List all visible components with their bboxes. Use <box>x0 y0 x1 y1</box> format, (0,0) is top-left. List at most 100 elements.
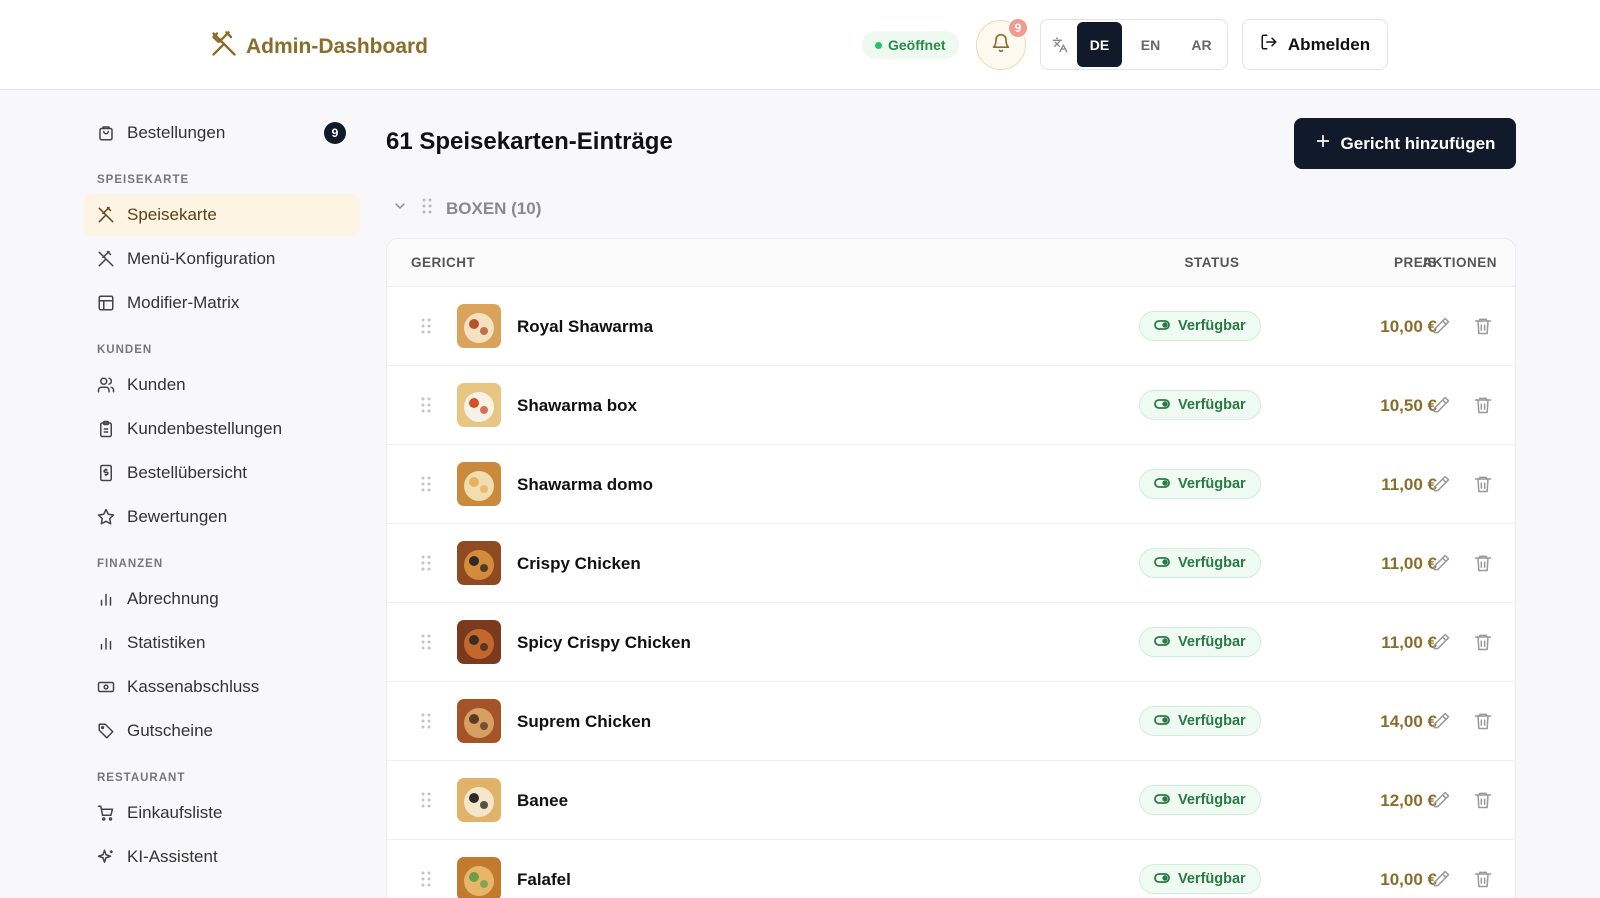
edit-icon[interactable] <box>1431 395 1453 417</box>
availability-toggle[interactable]: Verfügbar <box>1139 548 1261 578</box>
trash-icon[interactable] <box>1473 474 1495 496</box>
language-switcher: DE EN AR <box>1040 19 1228 70</box>
sidebar-item-label: KI-Assistent <box>127 847 218 866</box>
sidebar-item-bestellungen[interactable]: Bestellungen 9 <box>84 112 360 154</box>
receipt-icon <box>97 464 115 482</box>
table-row[interactable]: Shawarma domo 11,00 € Verfügbar <box>387 445 1515 524</box>
sidebar-item-kundenbestellungen[interactable]: Kundenbestellungen <box>84 408 360 450</box>
dish-name: Falafel <box>517 870 571 889</box>
drag-handle-icon[interactable] <box>421 713 431 729</box>
page-title: 61 Speisekarten-Einträge <box>386 128 673 155</box>
edit-icon[interactable] <box>1431 711 1453 733</box>
edit-icon[interactable] <box>1431 869 1453 891</box>
toggle-icon <box>1154 871 1170 887</box>
table-row[interactable]: Banee 12,00 € Verfügbar <box>387 761 1515 840</box>
trash-icon[interactable] <box>1473 632 1495 654</box>
drag-handle-icon[interactable] <box>421 871 431 887</box>
column-header-name: GERICHT <box>411 255 476 270</box>
dish-thumbnail <box>457 383 501 427</box>
sidebar-item-bewertungen[interactable]: Bewertungen <box>84 496 360 538</box>
edit-icon[interactable] <box>1431 553 1453 575</box>
language-de-button[interactable]: DE <box>1077 22 1122 67</box>
drag-handle-icon[interactable] <box>422 198 432 219</box>
drag-handle-icon[interactable] <box>421 397 431 413</box>
sidebar-item-bestelluebersicht[interactable]: Bestellübersicht <box>84 452 360 494</box>
toggle-icon <box>1154 318 1170 334</box>
availability-toggle[interactable]: Verfügbar <box>1139 469 1261 499</box>
toggle-icon <box>1154 713 1170 729</box>
sidebar-item-kunden[interactable]: Kunden <box>84 364 360 406</box>
app-title: Admin-Dashboard <box>246 34 429 58</box>
table-icon <box>97 294 115 312</box>
trash-icon[interactable] <box>1473 395 1495 417</box>
sidebar-item-gutscheine[interactable]: Gutscheine <box>84 710 360 752</box>
table-row[interactable]: Shawarma box 10,50 € Verfügbar <box>387 366 1515 445</box>
clipboard-icon <box>97 420 115 438</box>
edit-icon[interactable] <box>1431 474 1453 496</box>
sidebar-item-kassenabschluss[interactable]: Kassenabschluss <box>84 666 360 708</box>
availability-toggle[interactable]: Verfügbar <box>1139 627 1261 657</box>
trash-icon[interactable] <box>1473 553 1495 575</box>
sidebar-item-statistiken[interactable]: Statistiken <box>84 622 360 664</box>
availability-label: Verfügbar <box>1178 397 1246 413</box>
brand[interactable]: Admin-Dashboard <box>210 30 428 63</box>
trash-icon[interactable] <box>1473 711 1495 733</box>
logout-button[interactable]: Abmelden <box>1242 19 1388 70</box>
availability-toggle[interactable]: Verfügbar <box>1139 311 1261 341</box>
availability-toggle[interactable]: Verfügbar <box>1139 864 1261 894</box>
open-status-badge: Geöffnet <box>862 31 959 59</box>
table-row[interactable]: Falafel 10,00 € Verfügbar <box>387 840 1515 898</box>
add-dish-button[interactable]: Gericht hinzufügen <box>1294 118 1516 169</box>
cutlery-icon <box>97 206 115 224</box>
dish-name: Shawarma box <box>517 396 637 415</box>
users-icon <box>97 376 115 394</box>
banknote-icon <box>97 678 115 696</box>
drag-handle-icon[interactable] <box>421 318 431 334</box>
language-en-button[interactable]: EN <box>1128 22 1173 67</box>
category-group-header[interactable]: BOXEN (10) <box>392 198 541 219</box>
sidebar-item-label: Menü-Konfiguration <box>127 249 276 268</box>
section-heading-restaurant: RESTAURANT <box>97 772 186 784</box>
trash-icon[interactable] <box>1473 790 1495 812</box>
availability-toggle[interactable]: Verfügbar <box>1139 785 1261 815</box>
star-icon <box>97 508 115 526</box>
language-ar-button[interactable]: AR <box>1179 22 1224 67</box>
table-row[interactable]: Royal Shawarma 10,00 € Verfügbar <box>387 287 1515 366</box>
sidebar-item-label: Statistiken <box>127 633 206 652</box>
sidebar-item-ki-assistent[interactable]: KI-Assistent <box>84 836 360 878</box>
edit-icon[interactable] <box>1431 790 1453 812</box>
edit-icon[interactable] <box>1431 632 1453 654</box>
table-row[interactable]: Suprem Chicken 14,00 € Verfügbar <box>387 682 1515 761</box>
edit-icon[interactable] <box>1431 316 1453 338</box>
sidebar-item-einkaufsliste[interactable]: Einkaufsliste <box>84 792 360 834</box>
drag-handle-icon[interactable] <box>421 634 431 650</box>
drag-handle-icon[interactable] <box>421 476 431 492</box>
availability-label: Verfügbar <box>1178 871 1246 887</box>
sidebar-item-label: Modifier-Matrix <box>127 293 240 312</box>
sidebar-item-label: Kunden <box>127 375 186 394</box>
table-header: GERICHT PREIS STATUS AKTIONEN <box>387 239 1515 287</box>
sidebar-item-label: Gutscheine <box>127 721 213 740</box>
column-header-status: STATUS <box>1184 255 1240 270</box>
availability-label: Verfügbar <box>1178 792 1246 808</box>
trash-icon[interactable] <box>1473 869 1495 891</box>
table-row[interactable]: Crispy Chicken 11,00 € Verfügbar <box>387 524 1515 603</box>
drag-handle-icon[interactable] <box>421 792 431 808</box>
availability-label: Verfügbar <box>1178 318 1246 334</box>
chevron-down-icon[interactable] <box>392 198 408 219</box>
trash-icon[interactable] <box>1473 316 1495 338</box>
sidebar-item-modifier-matrix[interactable]: Modifier-Matrix <box>84 282 360 324</box>
sidebar-item-label: Einkaufsliste <box>127 803 223 822</box>
open-status-label: Geöffnet <box>888 37 946 53</box>
sidebar-item-abrechnung[interactable]: Abrechnung <box>84 578 360 620</box>
drag-handle-icon[interactable] <box>421 555 431 571</box>
shopping-bag-icon <box>97 124 115 142</box>
availability-toggle[interactable]: Verfügbar <box>1139 390 1261 420</box>
dish-name: Suprem Chicken <box>517 712 652 731</box>
availability-toggle[interactable]: Verfügbar <box>1139 706 1261 736</box>
table-row[interactable]: Spicy Crispy Chicken 11,00 € Verfügbar <box>387 603 1515 682</box>
sidebar-item-menu-config[interactable]: Menü-Konfiguration <box>84 238 360 280</box>
sidebar-item-speisekarte[interactable]: Speisekarte <box>84 194 360 236</box>
dish-name: Royal Shawarma <box>517 317 654 336</box>
cutlery-icon <box>97 250 115 268</box>
